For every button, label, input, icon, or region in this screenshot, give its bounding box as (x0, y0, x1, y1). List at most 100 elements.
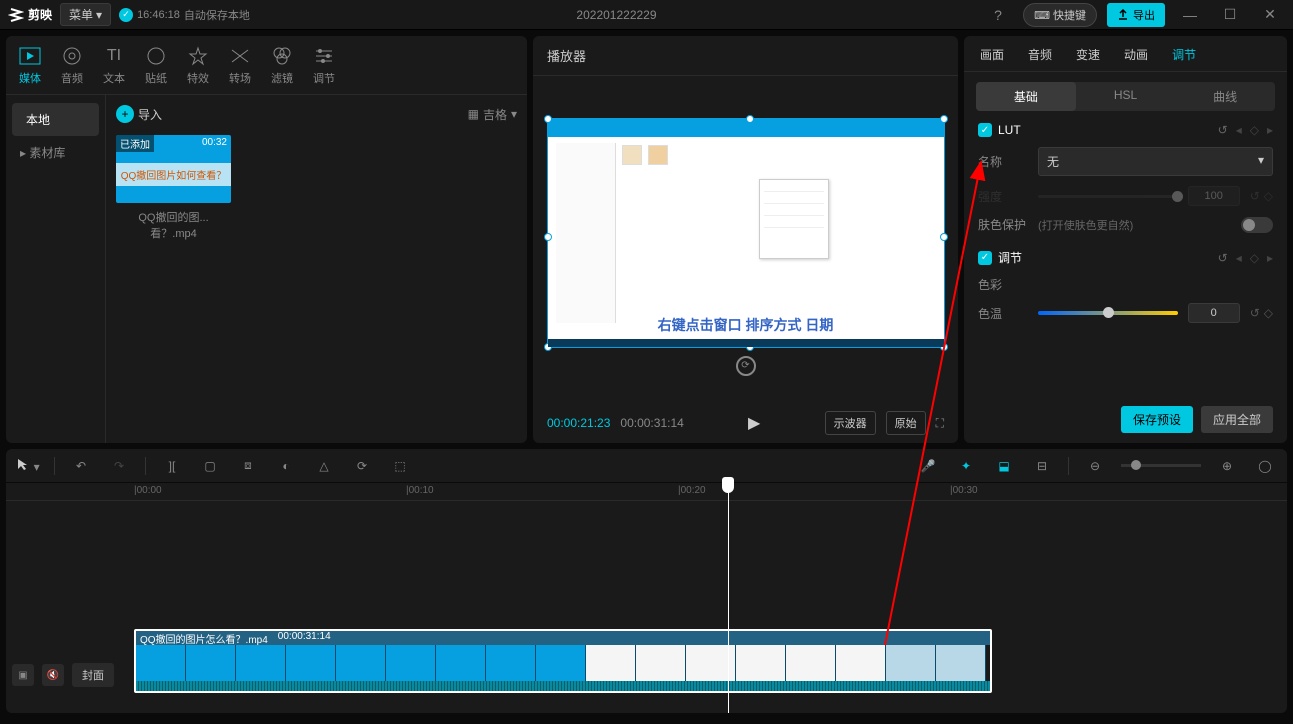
reset-icon[interactable]: ↺ (1218, 251, 1228, 265)
intensity-value[interactable]: 100 (1188, 186, 1240, 206)
undo-button[interactable]: ↶ (69, 459, 93, 473)
fit-icon[interactable]: ◯ (1253, 459, 1277, 473)
rotate-tool[interactable]: ⟳ (350, 459, 374, 473)
lut-select[interactable]: 无▾ (1038, 147, 1273, 176)
tab-text[interactable]: TI文本 (102, 44, 126, 86)
tab-transition[interactable]: 转场 (228, 44, 252, 86)
save-preset-button[interactable]: 保存预设 (1121, 406, 1193, 433)
tab-filter[interactable]: 滤镜 (270, 44, 294, 86)
insp-tab-speed[interactable]: 变速 (1076, 46, 1100, 63)
player-title: 播放器 (533, 36, 958, 76)
mic-icon[interactable]: 🎤 (916, 459, 940, 473)
thumb-filename: QQ撤回的图...看？.mp4 (116, 209, 231, 241)
tab-adjust[interactable]: 调节 (312, 44, 336, 86)
magnetic-icon[interactable]: ✦ (954, 459, 978, 473)
subtab-hsl[interactable]: HSL (1076, 82, 1176, 111)
sidebar-item-library[interactable]: ▸ 素材库 (6, 136, 105, 169)
adjust-checkbox[interactable]: ✓ 调节 (978, 249, 1022, 266)
apply-all-button[interactable]: 应用全部 (1201, 406, 1273, 433)
original-button[interactable]: 原始 (886, 411, 926, 435)
sticker-icon (144, 44, 168, 68)
view-options[interactable]: ▦吉格 ▾ (468, 106, 517, 123)
video-clip[interactable]: QQ撤回的图片怎么看？.mp4 00:00:31:14 (134, 629, 992, 693)
keyframe-icon[interactable]: ◇ (1250, 123, 1259, 137)
insp-tab-anim[interactable]: 动画 (1124, 46, 1148, 63)
chevron-down-icon: ▾ (96, 8, 102, 22)
reset-icon[interactable]: ↺ (1250, 306, 1260, 320)
crop-end-tool[interactable]: ⧈ (236, 458, 260, 473)
intensity-slider[interactable] (1038, 195, 1178, 198)
media-panel: 媒体 音频 TI文本 贴纸 特效 转场 滤镜 调节 本地 ▸ 素材库 + 导入 … (6, 36, 527, 443)
select-tool[interactable]: ▾ (16, 457, 40, 474)
next-key-icon[interactable]: ▸ (1267, 123, 1273, 137)
split-tool[interactable]: ][ (160, 459, 184, 473)
insp-tab-audio[interactable]: 音频 (1028, 46, 1052, 63)
temp-label: 色温 (978, 305, 1028, 322)
tab-media[interactable]: 媒体 (18, 44, 42, 86)
insp-tab-image[interactable]: 画面 (980, 46, 1004, 63)
zoom-in-icon[interactable]: ⊕ (1215, 459, 1239, 473)
time-total: 00:00:31:14 (620, 416, 683, 430)
export-button[interactable]: 导出 (1107, 3, 1165, 27)
scope-button[interactable]: 示波器 (825, 411, 876, 435)
timeline[interactable]: |00:00 |00:10 |00:20 |00:30 ▣ 🔇 封面 QQ撤回的… (6, 483, 1287, 713)
help-icon[interactable]: ? (983, 7, 1013, 23)
subtab-curve[interactable]: 曲线 (1175, 82, 1275, 111)
keyframe-icon[interactable]: ◇ (1250, 251, 1259, 265)
playhead[interactable] (728, 483, 729, 713)
zoom-slider[interactable] (1121, 464, 1201, 467)
prev-key-icon[interactable]: ◂ (1236, 123, 1242, 137)
prev-key-icon[interactable]: ◂ (1236, 251, 1242, 265)
time-current: 00:00:21:23 (547, 416, 610, 430)
chevron-down-icon: ▾ (1258, 153, 1264, 170)
titlebar: 剪映 菜单▾ ✓ 16:46:18 自动保存本地 202201222229 ? … (0, 0, 1293, 30)
skin-switch[interactable] (1241, 217, 1273, 233)
maximize-button[interactable]: ☐ (1215, 6, 1245, 23)
cover-button[interactable]: 封面 (72, 663, 114, 687)
minimize-button[interactable]: — (1175, 7, 1205, 23)
skin-hint: (打开使肤色更自然) (1038, 217, 1133, 233)
reset-icon[interactable]: ↺ (1218, 123, 1228, 137)
refresh-button[interactable]: ⟳ (736, 356, 756, 376)
lut-checkbox[interactable]: ✓ LUT (978, 123, 1021, 137)
mute-icon[interactable]: 🔇 (42, 664, 64, 686)
circle-tool[interactable]: ◐ (274, 459, 298, 473)
redo-button[interactable]: ↷ (107, 459, 131, 473)
temp-slider[interactable] (1038, 311, 1178, 315)
reset-icon[interactable]: ↺ (1250, 189, 1260, 203)
next-key-icon[interactable]: ▸ (1267, 251, 1273, 265)
media-thumbnail[interactable]: 已添加 00:32 QQ撤回图片如何查看？ QQ撤回的图...看？.mp4 (116, 135, 231, 241)
insp-tab-adjust[interactable]: 调节 (1172, 46, 1196, 63)
keyframe-icon[interactable]: ◇ (1264, 306, 1273, 320)
close-button[interactable]: ✕ (1255, 6, 1285, 23)
effect-icon (186, 44, 210, 68)
play-button[interactable]: ▶ (694, 413, 815, 433)
import-button[interactable]: + 导入 (116, 105, 162, 123)
crop-tool[interactable]: ⬚ (388, 459, 412, 473)
keyframe-icon[interactable]: ◇ (1264, 189, 1273, 203)
tab-sticker[interactable]: 贴纸 (144, 44, 168, 86)
fullscreen-icon[interactable]: ⛶ (936, 416, 944, 431)
plus-icon: + (116, 105, 134, 123)
link-icon[interactable]: ⬓ (992, 459, 1016, 473)
mirror-tool[interactable]: △ (312, 459, 336, 473)
menu-button[interactable]: 菜单▾ (60, 3, 111, 26)
temp-value[interactable]: 0 (1188, 303, 1240, 323)
toggle-track-icon[interactable]: ▣ (12, 664, 34, 686)
sidebar-item-local[interactable]: 本地 (12, 103, 99, 136)
tab-audio[interactable]: 音频 (60, 44, 84, 86)
tab-effect[interactable]: 特效 (186, 44, 210, 86)
grid-icon: ▦ (468, 107, 479, 121)
adjust-icon (312, 44, 336, 68)
timeline-ruler[interactable]: |00:00 |00:10 |00:20 |00:30 (6, 483, 1287, 501)
crop-start-tool[interactable]: ▢ (198, 459, 222, 473)
video-preview[interactable]: 右键点击窗口 排序方式 日期 (547, 118, 945, 348)
shortcut-button[interactable]: ⌨ 快捷键 (1023, 3, 1097, 27)
context-menu-preview (759, 179, 829, 259)
media-icon (18, 44, 42, 68)
player-panel: 播放器 (533, 36, 958, 443)
added-badge: 已添加 (116, 135, 154, 152)
subtab-basic[interactable]: 基础 (976, 82, 1076, 111)
zoom-out-icon[interactable]: ⊖ (1083, 459, 1107, 473)
snap-icon[interactable]: ⊟ (1030, 459, 1054, 473)
